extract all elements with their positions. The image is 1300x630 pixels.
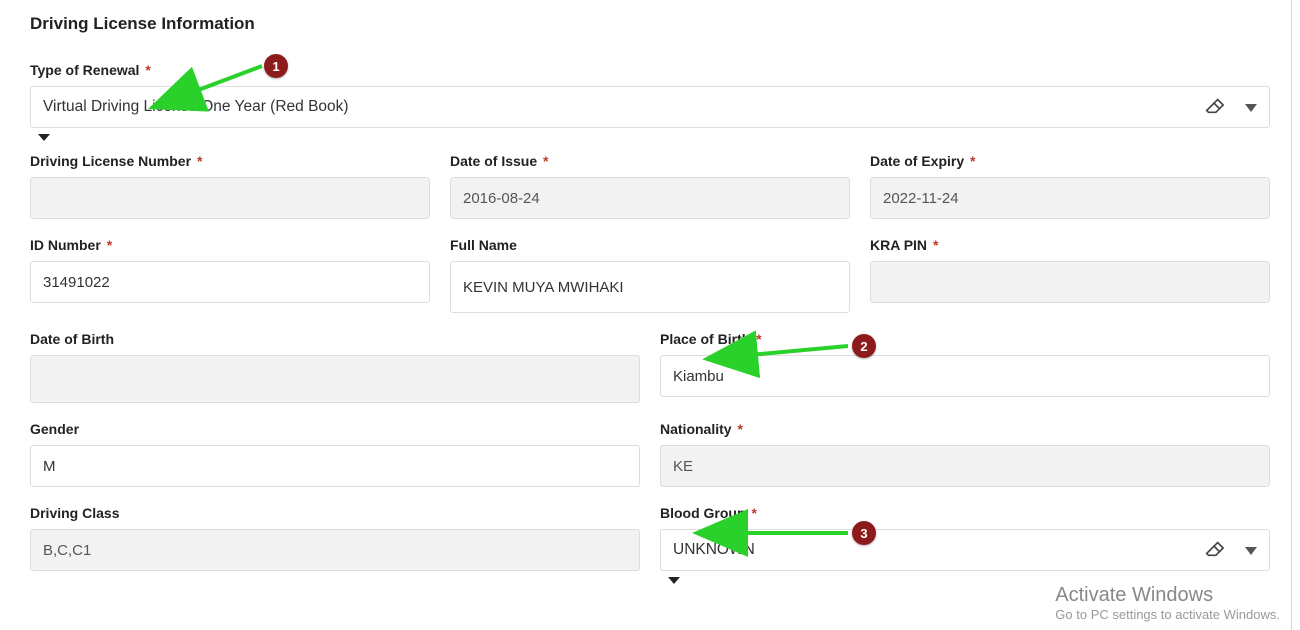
dob-field: Date of Birth <box>30 331 640 403</box>
full-name-label-text: Full Name <box>450 237 517 253</box>
driving-class-label: Driving Class <box>30 505 640 521</box>
eraser-icon[interactable] <box>1203 94 1225 120</box>
right-border-line <box>1291 0 1292 630</box>
section-title: Driving License Information <box>30 14 1270 34</box>
pob-input[interactable] <box>660 355 1270 397</box>
pob-field: Place of Birth * <box>660 331 1270 403</box>
activate-windows-watermark: Activate Windows Go to PC settings to ac… <box>1055 584 1280 622</box>
kra-pin-label: KRA PIN * <box>870 237 1270 253</box>
kra-pin-label-text: KRA PIN <box>870 237 927 253</box>
gender-input[interactable] <box>30 445 640 487</box>
dl-number-label: Driving License Number * <box>30 153 430 169</box>
date-of-expiry-label-text: Date of Expiry <box>870 153 964 169</box>
required-asterisk: * <box>107 237 112 253</box>
chevron-down-icon[interactable] <box>1245 542 1257 559</box>
driving-class-label-text: Driving Class <box>30 505 119 521</box>
pob-label: Place of Birth * <box>660 331 1270 347</box>
required-asterisk: * <box>543 153 548 169</box>
chevron-down-icon[interactable] <box>1245 99 1257 116</box>
date-of-issue-input <box>450 177 850 219</box>
blood-group-select[interactable]: UNKNOWN <box>660 529 1270 571</box>
driving-class-field: Driving Class <box>30 505 640 584</box>
type-of-renewal-field: Type of Renewal * Virtual Driving Licens… <box>30 62 1270 141</box>
full-name-input[interactable] <box>450 261 850 313</box>
required-asterisk: * <box>737 421 742 437</box>
date-of-issue-field: Date of Issue * <box>450 153 850 219</box>
date-of-expiry-input <box>870 177 1270 219</box>
collapse-chevron-icon[interactable] <box>30 134 1270 141</box>
blood-group-label: Blood Group * <box>660 505 1270 521</box>
activate-windows-title: Activate Windows <box>1055 584 1280 607</box>
gender-label: Gender <box>30 421 640 437</box>
activate-windows-subtitle: Go to PC settings to activate Windows. <box>1055 607 1280 622</box>
required-asterisk: * <box>970 153 975 169</box>
annotation-badge-2: 2 <box>852 334 876 358</box>
id-number-label: ID Number * <box>30 237 430 253</box>
nationality-label-text: Nationality <box>660 421 732 437</box>
date-of-issue-label-text: Date of Issue <box>450 153 537 169</box>
dl-number-input <box>30 177 430 219</box>
annotation-badge-1: 1 <box>264 54 288 78</box>
nationality-field: Nationality * <box>660 421 1270 487</box>
full-name-field: Full Name <box>450 237 850 313</box>
type-of-renewal-label-text: Type of Renewal <box>30 62 139 78</box>
kra-pin-input <box>870 261 1270 303</box>
required-asterisk: * <box>751 505 756 521</box>
blood-group-value: UNKNOWN <box>673 541 1203 559</box>
dob-input <box>30 355 640 403</box>
gender-label-text: Gender <box>30 421 79 437</box>
required-asterisk: * <box>197 153 202 169</box>
nationality-label: Nationality * <box>660 421 1270 437</box>
driving-class-input <box>30 529 640 571</box>
id-number-field: ID Number * <box>30 237 430 313</box>
eraser-icon[interactable] <box>1203 537 1225 563</box>
dob-label-text: Date of Birth <box>30 331 114 347</box>
dob-label: Date of Birth <box>30 331 640 347</box>
gender-field: Gender <box>30 421 640 487</box>
pob-label-text: Place of Birth <box>660 331 750 347</box>
annotation-badge-3: 3 <box>852 521 876 545</box>
type-of-renewal-select[interactable]: Virtual Driving License One Year (Red Bo… <box>30 86 1270 128</box>
collapse-chevron-icon[interactable] <box>660 577 1270 584</box>
dl-number-label-text: Driving License Number <box>30 153 191 169</box>
type-of-renewal-value: Virtual Driving License One Year (Red Bo… <box>43 98 1203 116</box>
id-number-input[interactable] <box>30 261 430 303</box>
full-name-label: Full Name <box>450 237 850 253</box>
blood-group-label-text: Blood Group <box>660 505 746 521</box>
kra-pin-field: KRA PIN * <box>870 237 1270 313</box>
date-of-expiry-field: Date of Expiry * <box>870 153 1270 219</box>
nationality-input <box>660 445 1270 487</box>
required-asterisk: * <box>756 331 761 347</box>
date-of-issue-label: Date of Issue * <box>450 153 850 169</box>
date-of-expiry-label: Date of Expiry * <box>870 153 1270 169</box>
required-asterisk: * <box>933 237 938 253</box>
required-asterisk: * <box>145 62 150 78</box>
blood-group-field: Blood Group * UNKNOWN <box>660 505 1270 584</box>
dl-number-field: Driving License Number * <box>30 153 430 219</box>
type-of-renewal-label: Type of Renewal * <box>30 62 1270 78</box>
id-number-label-text: ID Number <box>30 237 101 253</box>
